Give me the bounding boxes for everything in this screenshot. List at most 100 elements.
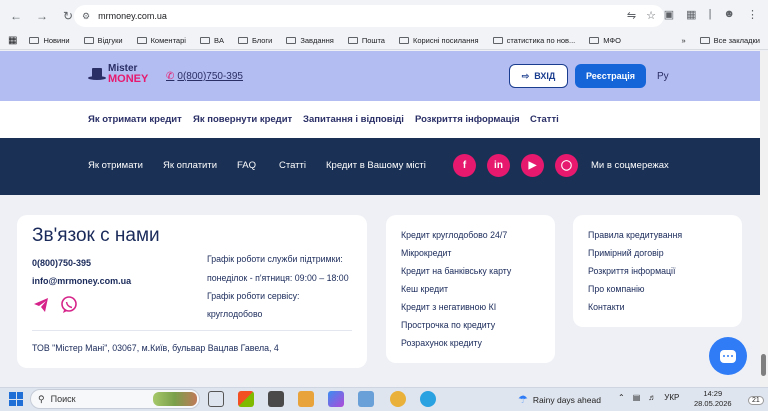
chrome-icon[interactable]: [390, 391, 406, 407]
menu-item[interactable]: Статті: [530, 114, 559, 125]
bookmark-folder[interactable]: Новини: [29, 36, 70, 45]
footer-nav-link[interactable]: Як оплатити: [163, 160, 217, 171]
network-icon[interactable]: ▤: [633, 393, 641, 402]
menu-item[interactable]: Розкриття інформація: [415, 114, 520, 125]
footer-nav-link[interactable]: Кредит в Вашому місті: [326, 160, 426, 171]
info-link[interactable]: Правила кредитування: [588, 230, 682, 240]
login-button[interactable]: ⇨ ВХІД: [509, 64, 568, 88]
youtube-icon[interactable]: ▶: [521, 154, 544, 177]
chat-icon: [720, 349, 736, 363]
footer-nav-link[interactable]: FAQ: [237, 160, 256, 171]
folder-icon: [83, 37, 94, 44]
profile-icon[interactable]: ☻: [723, 8, 735, 21]
ms-store-icon[interactable]: [238, 391, 254, 407]
credit-link[interactable]: Кредит на банківську карту: [401, 266, 511, 276]
umbrella-icon: ☂: [518, 394, 528, 406]
support-hours-title: Графік роботи служби підтримки:: [207, 254, 343, 264]
bookmark-folder[interactable]: Корисні посилання: [398, 36, 479, 45]
info-link[interactable]: Розкриття інформації: [588, 266, 675, 276]
menu-item[interactable]: Як отримати кредит: [88, 114, 182, 125]
all-bookmarks[interactable]: Все закладки: [714, 36, 760, 45]
input-language[interactable]: УКР: [664, 393, 679, 402]
chevron-right-icon[interactable]: »: [681, 36, 685, 45]
telegram-icon[interactable]: [32, 296, 50, 314]
register-button[interactable]: Реєстрація: [575, 64, 646, 88]
info-link[interactable]: Про компанію: [588, 284, 645, 294]
folder-icon: [237, 37, 248, 44]
bookmark-folder[interactable]: Пошта: [347, 36, 385, 45]
social-label: Ми в соцмережах: [591, 160, 669, 171]
language-switch[interactable]: Ру: [657, 71, 669, 82]
contact-divider: [32, 330, 352, 331]
contact-email[interactable]: info@mrmoney.com.ua: [32, 276, 131, 286]
notification-badge[interactable]: 21: [748, 396, 764, 405]
extensions-icon[interactable]: ▦: [686, 8, 696, 21]
contact-phone[interactable]: 0(800)750-395: [32, 258, 91, 268]
service-hours-title: Графік роботи сервісу:: [207, 291, 300, 301]
bookmark-folder[interactable]: BA: [199, 36, 224, 45]
search-highlight-image: [153, 392, 197, 406]
menu-item[interactable]: Запитання і відповіді: [303, 114, 404, 125]
tray-chevron-icon[interactable]: ⌃: [618, 393, 625, 402]
folder-icon: [699, 37, 710, 44]
folder-icon: [347, 37, 358, 44]
task-view-icon[interactable]: [208, 391, 224, 407]
scrollbar-thumb[interactable]: [761, 354, 766, 376]
credit-link[interactable]: Кредит круглодобово 24/7: [401, 230, 507, 240]
facebook-icon[interactable]: f: [453, 154, 476, 177]
site-logo[interactable]: Mister MONEY: [88, 63, 150, 89]
menu-item[interactable]: Як повернути кредит: [193, 114, 292, 125]
instagram-icon[interactable]: ◯: [555, 154, 578, 177]
page-scrollbar[interactable]: [760, 51, 768, 387]
telegram-app-icon[interactable]: [420, 391, 436, 407]
credit-link[interactable]: Кредит з негативною КІ: [401, 302, 496, 312]
bookmark-folder[interactable]: Блоги: [237, 36, 272, 45]
divider-icon: |: [708, 8, 712, 20]
bookmark-folder[interactable]: статистика по нов...: [492, 36, 575, 45]
header-phone-link[interactable]: ✆ 0(800)750-395: [166, 71, 243, 82]
file-explorer-icon[interactable]: [298, 391, 314, 407]
forward-icon[interactable]: →: [34, 8, 50, 24]
logo-text-bottom: MONEY: [108, 73, 149, 85]
address-bar[interactable]: ⚙ mrmoney.com.ua ⇋ ☆: [74, 5, 664, 27]
footer-nav-link[interactable]: Як отримати: [88, 160, 143, 171]
bookmark-folder[interactable]: Коментарі: [136, 36, 186, 45]
weather-widget[interactable]: ☂ Rainy days ahead: [518, 393, 601, 406]
bookmark-folder[interactable]: Відгуки: [83, 36, 123, 45]
viber-icon[interactable]: [60, 296, 78, 314]
bookmark-folder[interactable]: Завдання: [286, 36, 334, 45]
back-icon[interactable]: ←: [8, 8, 24, 24]
folder-icon: [286, 37, 297, 44]
credit-link[interactable]: Кеш кредит: [401, 284, 448, 294]
notepad-icon[interactable]: [358, 391, 374, 407]
volume-icon[interactable]: ♬: [648, 393, 656, 402]
chat-button[interactable]: [709, 337, 747, 375]
phone-icon: ✆: [166, 71, 175, 82]
service-hours: круглодобово: [207, 309, 263, 319]
taskbar-clock[interactable]: 14:29 28.05.2026: [694, 389, 732, 409]
site-info-icon[interactable]: ⚙: [82, 11, 90, 22]
info-link[interactable]: Примірний договір: [588, 248, 664, 258]
windows-start-icon[interactable]: [9, 392, 23, 406]
credit-link[interactable]: Мікрокредит: [401, 248, 451, 258]
taskbar-search[interactable]: ⚲ Поиск: [30, 389, 200, 409]
linkedin-icon[interactable]: in: [487, 154, 510, 177]
bookmark-star-icon[interactable]: ☆: [646, 9, 656, 22]
apps-icon[interactable]: ▦: [8, 35, 17, 46]
calculator-icon[interactable]: [268, 391, 284, 407]
url-text: mrmoney.com.ua: [98, 11, 167, 21]
bookmark-folder[interactable]: МФО: [589, 36, 621, 45]
info-link[interactable]: Контакти: [588, 302, 625, 312]
support-hours: понеділок - п'ятниця: 09:00 – 18:00: [207, 273, 349, 283]
folder-icon: [492, 37, 503, 44]
credit-link[interactable]: Прострочка по кредиту: [401, 320, 495, 330]
footer-nav-link[interactable]: Статті: [279, 160, 306, 171]
hat-icon: [88, 68, 106, 80]
bookmarks-bar: ▦ Новини Відгуки Коментарі BA Блоги Завд…: [0, 32, 768, 50]
company-address: ТОВ "Містер Мані", 03067, м.Київ, бульва…: [32, 343, 279, 353]
copilot-icon[interactable]: [328, 391, 344, 407]
credit-link[interactable]: Розрахунок кредиту: [401, 338, 482, 348]
translate-icon[interactable]: ⇋: [627, 9, 636, 22]
screenshot-icon[interactable]: ▣: [664, 8, 674, 21]
menu-icon[interactable]: ⋮: [747, 8, 758, 21]
